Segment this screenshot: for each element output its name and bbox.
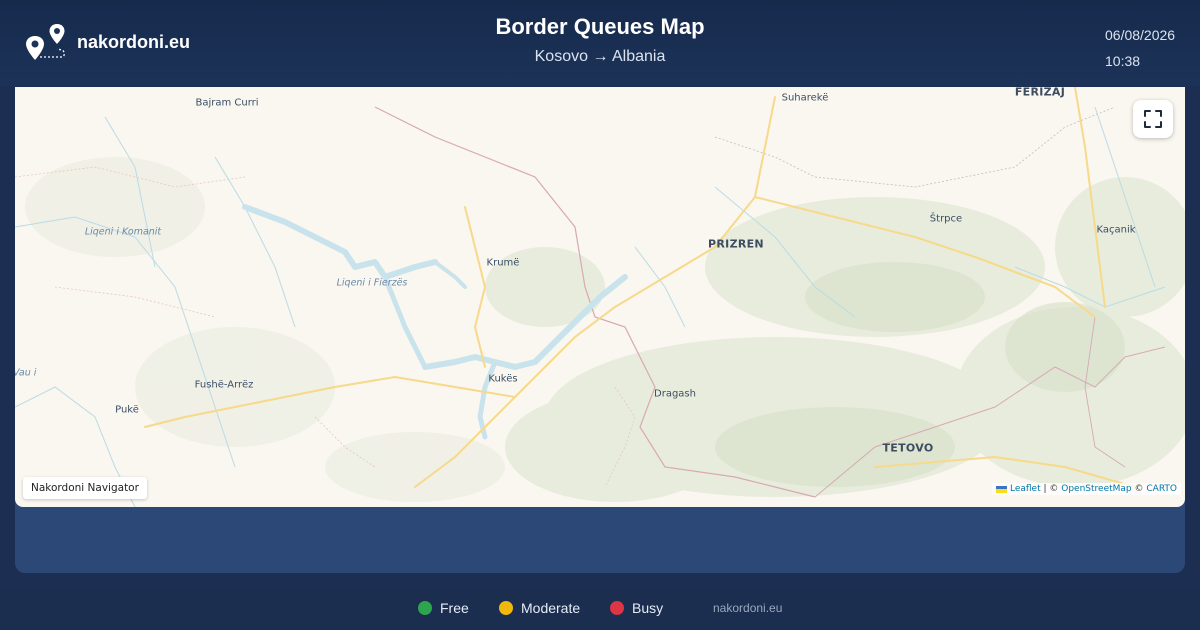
place-label: Liqeni i Komanit	[84, 226, 162, 238]
expand-icon	[1144, 110, 1162, 128]
attribution-separator: | ©	[1040, 484, 1062, 494]
route-subtitle: Kosovo → Albania	[534, 48, 666, 65]
place-label: Krumë	[486, 257, 520, 269]
busy-dot-icon	[610, 601, 624, 615]
legend-item-moderate: Moderate	[499, 600, 580, 616]
place-label: FERIZAJ	[1014, 87, 1066, 99]
place-label: Fushë-Arrëz	[194, 379, 254, 391]
osm-link[interactable]: OpenStreetMap	[1061, 484, 1131, 494]
leaflet-link[interactable]: Leaflet	[1010, 484, 1041, 494]
datetime: 06/08/2026 10:38	[1105, 22, 1175, 74]
navigator-badge[interactable]: Nakordoni Navigator	[23, 477, 147, 499]
title-block: Border Queues Map Kosovo → Albania	[0, 14, 1200, 66]
fullscreen-button[interactable]	[1133, 100, 1173, 138]
free-dot-icon	[418, 601, 432, 615]
place-label: Bajram Curri	[195, 97, 259, 109]
place-label: PRIZREN	[708, 237, 764, 251]
time-text: 10:38	[1105, 53, 1141, 69]
page-title: Border Queues Map	[495, 14, 705, 39]
place-label: Vau i	[15, 367, 37, 379]
place-label: Kaçanik	[1096, 224, 1136, 236]
ukraine-flag-icon	[995, 485, 1007, 493]
attribution-separator-2: ©	[1131, 484, 1147, 494]
moderate-dot-icon	[499, 601, 513, 615]
legend-item-busy: Busy	[610, 600, 663, 616]
legend-item-free: Free	[418, 600, 469, 616]
footer-site[interactable]: nakordoni.eu	[713, 601, 782, 615]
place-label: Kukës	[488, 373, 518, 385]
map-tiles	[15, 87, 1185, 507]
legend-label: Busy	[632, 600, 664, 616]
date-text: 06/08/2026	[1105, 27, 1176, 43]
map-attribution: Leaflet | © OpenStreetMap © CARTO	[991, 483, 1181, 495]
legend-label: Moderate	[521, 600, 581, 616]
map-view[interactable]: Bajram Curri Suharekë FERIZAJ Liqeni i Koma…	[15, 87, 1185, 507]
footer-bar: Free Moderate Busy nakordoni.eu	[0, 588, 1200, 630]
place-label: Štrpce	[929, 213, 963, 225]
legend-label: Free	[440, 600, 469, 616]
header-bar: nakordoni.eu Border Queues Map Kosovo → …	[0, 0, 1200, 86]
place-label: Liqeni i Fierzës	[336, 277, 408, 289]
carto-link[interactable]: CARTO	[1146, 484, 1177, 494]
place-label: TETOVO	[882, 441, 934, 455]
place-label: Dragash	[654, 388, 696, 400]
place-label: Pukë	[115, 404, 139, 416]
place-label: Suharekë	[781, 92, 829, 104]
